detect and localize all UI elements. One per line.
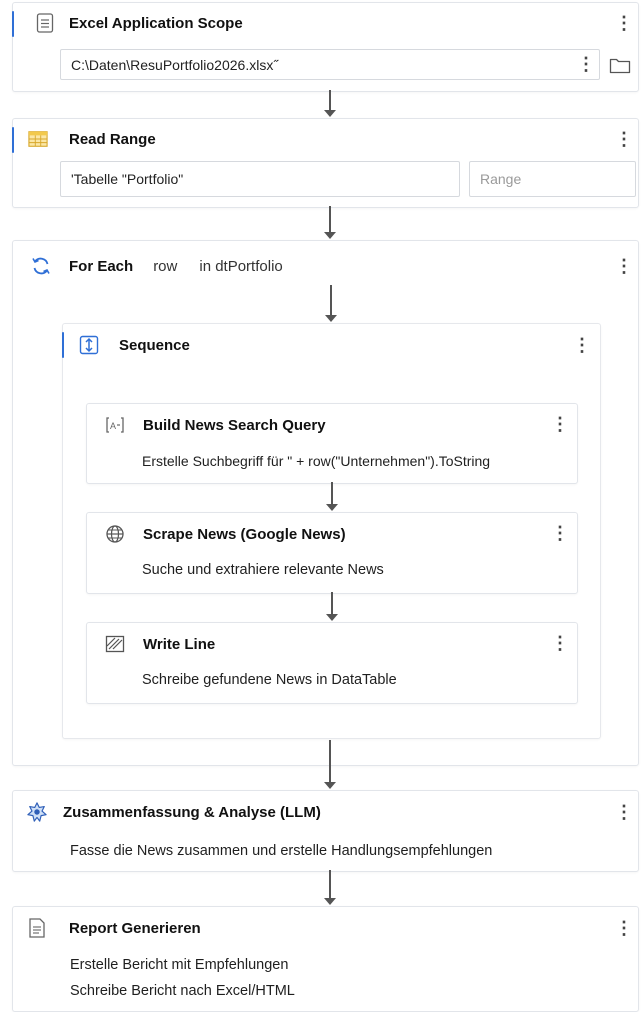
ai-model-icon (27, 802, 47, 822)
table-icon (28, 129, 48, 149)
more-options-icon[interactable]: ⋮ (551, 634, 569, 652)
workbook-path-value: C:\Daten\ResuPortfolio2026.xlsx˝ (71, 56, 278, 73)
connector-arrow (323, 206, 337, 240)
selection-accent (12, 11, 14, 37)
activity-title: For Each (69, 257, 134, 275)
excel-application-scope-activity[interactable]: Excel Application Scope ⋮ C:\Daten\ResuP… (12, 2, 639, 92)
range-placeholder: Range (480, 171, 522, 187)
sheet-name-value: 'Tabelle "Portfolio" (71, 171, 184, 187)
sheet-name-field[interactable]: 'Tabelle "Portfolio" (60, 161, 460, 197)
scrape-news-activity[interactable]: Scrape News (Google News) ⋮ Suche und ex… (86, 512, 578, 594)
more-options-icon[interactable]: ⋮ (551, 524, 569, 542)
globe-icon (105, 524, 125, 544)
activity-title: Scrape News (Google News) (143, 525, 346, 543)
connector-arrow (325, 482, 339, 512)
sequence-activity[interactable]: Sequence ⋮ A Build News Search Query ⋮ E… (62, 323, 601, 739)
excel-document-icon (35, 13, 55, 33)
activity-title: Build News Search Query (143, 416, 326, 434)
activity-description: Schreibe gefundene News in DataTable (142, 672, 397, 688)
range-field[interactable]: Range (469, 161, 636, 197)
svg-text:A: A (110, 421, 116, 431)
report-generate-activity[interactable]: Report Generieren ⋮ Erstelle Bericht mit… (12, 906, 639, 1012)
connector-arrow (323, 740, 337, 790)
folder-browse-icon[interactable] (609, 56, 631, 79)
activity-title: Report Generieren (69, 919, 201, 937)
more-options-icon[interactable]: ⋮ (573, 336, 591, 354)
activity-description: Erstelle Suchbegriff für " + row("Untern… (142, 453, 491, 469)
sequence-icon (79, 335, 99, 355)
more-options-icon[interactable]: ⋮ (615, 803, 633, 821)
activity-title: Sequence (119, 336, 190, 354)
activity-description: Suche und extrahiere relevante News (142, 562, 384, 578)
read-range-activity[interactable]: Read Range ⋮ 'Tabelle "Portfolio" Range (12, 118, 639, 208)
more-options-icon[interactable]: ⋮ (615, 919, 633, 937)
llm-summary-activity[interactable]: Zusammenfassung & Analyse (LLM) ⋮ Fasse … (12, 790, 639, 872)
assign-icon: A (105, 415, 125, 435)
connector-arrow (324, 285, 338, 323)
connector-arrow (323, 870, 337, 906)
activity-description-line-1: Erstelle Bericht mit Empfehlungen (70, 957, 289, 973)
build-news-search-query-activity[interactable]: A Build News Search Query ⋮ Erstelle Suc… (86, 403, 578, 484)
activity-title: Zusammenfassung & Analyse (LLM) (63, 803, 321, 821)
more-options-icon[interactable]: ⋮ (551, 415, 569, 433)
selection-accent (62, 332, 64, 358)
connector-arrow (325, 592, 339, 622)
more-options-icon[interactable]: ⋮ (615, 257, 633, 275)
report-document-icon (27, 918, 47, 938)
write-line-icon (105, 634, 125, 654)
activity-title: Write Line (143, 635, 216, 653)
activity-description: Fasse die News zusammen und erstelle Han… (70, 843, 493, 859)
activity-description-line-2: Schreibe Bericht nach Excel/HTML (70, 983, 295, 999)
loop-collection[interactable]: in dtPortfolio (199, 258, 282, 275)
connector-arrow (323, 90, 337, 118)
activity-title: Read Range (69, 130, 156, 148)
write-line-activity[interactable]: Write Line ⋮ Schreibe gefundene News in … (86, 622, 578, 704)
more-options-icon[interactable]: ⋮ (615, 14, 633, 32)
loop-item-variable[interactable]: row (153, 258, 177, 275)
workbook-path-field[interactable]: C:\Daten\ResuPortfolio2026.xlsx˝ ⋮ (60, 49, 600, 80)
loop-icon (31, 256, 51, 276)
path-options-icon[interactable]: ⋮ (577, 55, 595, 73)
for-each-activity[interactable]: For Each row in dtPortfolio ⋮ Sequence ⋮… (12, 240, 639, 766)
activity-title: Excel Application Scope (69, 14, 243, 32)
more-options-icon[interactable]: ⋮ (615, 130, 633, 148)
selection-accent (12, 127, 14, 153)
